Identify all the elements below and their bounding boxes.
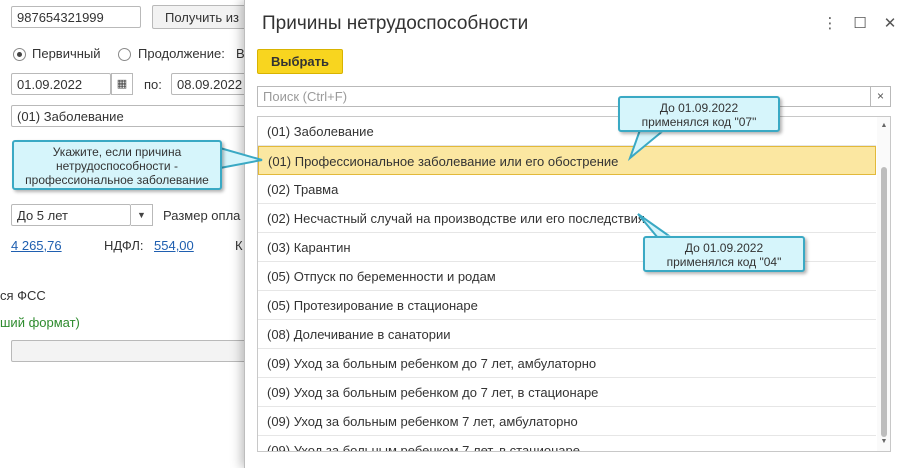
reasons-dialog: Причины нетрудоспособности ⋮ ☐ ✕ Выбрать… <box>244 0 915 468</box>
bottom-field[interactable] <box>11 340 251 362</box>
list-item[interactable]: (02) Несчастный случай на производстве и… <box>258 204 876 233</box>
reasons-list: (01) Заболевание (01) Профессиональное з… <box>257 116 891 452</box>
callout-line: До 01.09.2022 <box>659 101 739 115</box>
fss-text: ся ФСС <box>0 288 46 303</box>
callout-tail <box>219 146 263 170</box>
calendar-icon[interactable]: ▦ <box>111 73 133 95</box>
radio-continuation[interactable] <box>118 48 131 61</box>
ndfl-label: НДФЛ: <box>104 238 144 253</box>
date-from-field[interactable]: 01.09.2022 <box>11 73 111 95</box>
scrollbar[interactable]: ▲ ▼ <box>877 117 890 451</box>
list-item[interactable]: (09) Уход за больным ребенком до 7 лет, … <box>258 349 876 378</box>
dialog-title: Причины нетрудоспособности <box>262 13 529 34</box>
list-item[interactable]: (09) Уход за больным ребенком 7 лет, в с… <box>258 436 876 451</box>
period-select[interactable]: До 5 лет <box>11 204 131 226</box>
scroll-up-icon[interactable]: ▲ <box>877 119 890 133</box>
list-item[interactable]: (08) Долечивание в санатории <box>258 320 876 349</box>
maximize-icon[interactable]: ☐ <box>851 14 869 32</box>
scrollbar-thumb[interactable] <box>881 167 887 437</box>
radio-primary-label: Первичный <box>32 46 101 61</box>
date-to-label: по: <box>144 77 162 92</box>
list-item[interactable]: (09) Уход за больным ребенком 7 лет, амб… <box>258 407 876 436</box>
scroll-down-icon[interactable]: ▼ <box>877 435 890 449</box>
callout-code-07: До 01.09.2022 применялся код "07" <box>618 96 780 132</box>
close-icon[interactable]: ✕ <box>881 14 899 32</box>
reason-field[interactable]: (01) Заболевание <box>11 105 251 127</box>
get-from-button[interactable]: Получить из <box>152 5 252 29</box>
list-item[interactable]: (09) Уход за больным ребенком до 7 лет, … <box>258 378 876 407</box>
chevron-down-icon[interactable]: ▼ <box>131 204 153 226</box>
radio-primary[interactable] <box>13 48 26 61</box>
list-item[interactable]: (05) Протезирование в стационаре <box>258 291 876 320</box>
callout-line: применялся код "07" <box>641 115 757 129</box>
sick-leave-number-field[interactable]: 987654321999 <box>11 6 141 28</box>
list-item[interactable]: (01) Заболевание <box>258 117 876 146</box>
callout-tail <box>627 129 667 162</box>
trailing-label: К <box>235 238 243 253</box>
clear-search-icon[interactable]: × <box>871 86 891 107</box>
format-text: ший формат) <box>0 315 80 330</box>
callout-line: Укажите, если причина <box>52 145 182 159</box>
payment-size-label: Размер опла <box>163 208 241 223</box>
callout-line: применялся код "04" <box>666 255 782 269</box>
date-to-field[interactable]: 08.09.2022 <box>171 73 251 95</box>
callout-line: До 01.09.2022 <box>684 241 764 255</box>
more-icon[interactable]: ⋮ <box>821 14 839 32</box>
ndfl-link[interactable]: 554,00 <box>154 238 194 253</box>
callout-code-04: До 01.09.2022 применялся код "04" <box>643 236 805 272</box>
callout-line: профессиональное заболевание <box>25 173 209 187</box>
amount-link[interactable]: 4 265,76 <box>11 238 62 253</box>
radio-continuation-label: Продолжение: <box>138 46 225 61</box>
callout-professional-disease: Укажите, если причина нетрудоспособности… <box>12 140 222 190</box>
callout-line: нетрудоспособности - <box>56 159 178 173</box>
select-button[interactable]: Выбрать <box>257 49 343 74</box>
list-item[interactable]: (02) Травма <box>258 175 876 204</box>
list-item-selected[interactable]: (01) Профессиональное заболевание или ег… <box>258 146 876 175</box>
